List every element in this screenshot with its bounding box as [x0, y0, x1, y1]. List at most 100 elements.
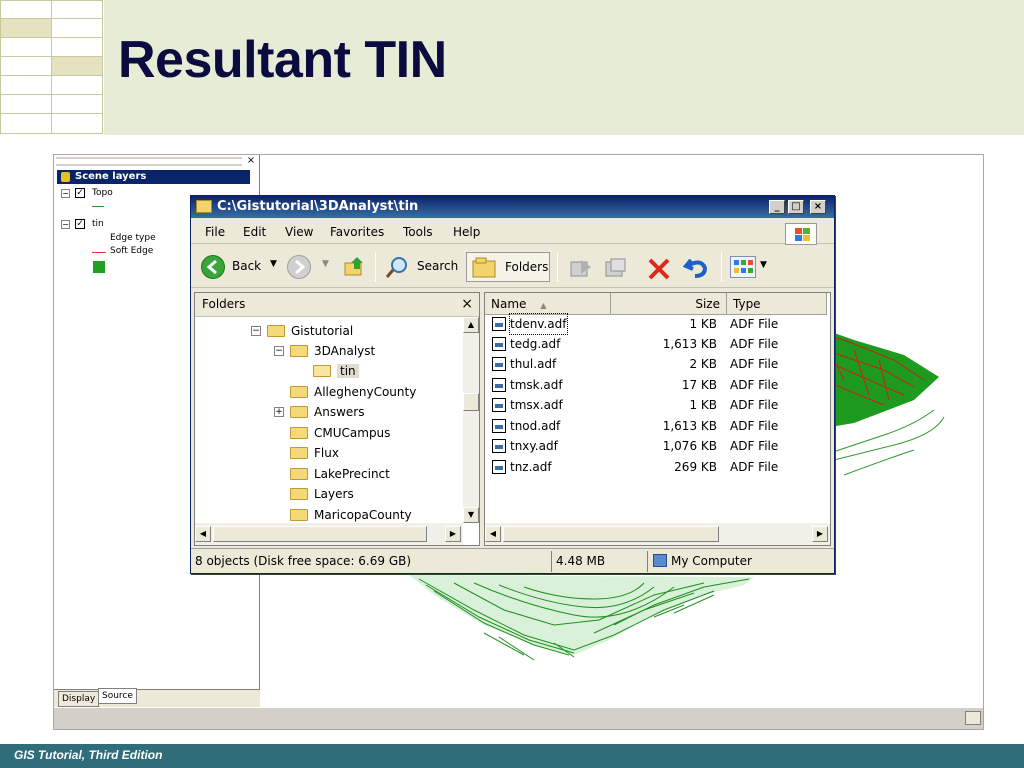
checkbox-tin[interactable]: ✓: [75, 219, 85, 229]
slide-footer: GIS Tutorial, Third Edition: [0, 744, 1024, 768]
tree-item-label: Layers: [314, 487, 354, 501]
menu-view[interactable]: View: [285, 225, 313, 239]
layer-tin[interactable]: tin: [92, 219, 104, 229]
folders-vertical-scrollbar[interactable]: ▲ ▼: [463, 317, 479, 523]
back-arrow-icon[interactable]: [201, 255, 225, 279]
checkbox-topo[interactable]: ✓: [75, 188, 85, 198]
collapse-icon[interactable]: −: [251, 326, 261, 336]
file-row[interactable]: tnxy.adf 1,076 KB ADF File: [485, 436, 830, 456]
slide: Resultant TIN × Scene layers − ✓ Topo − …: [0, 0, 1024, 768]
scroll-down-icon[interactable]: ▼: [463, 507, 479, 523]
menu-help[interactable]: Help: [453, 225, 480, 239]
collapse-icon[interactable]: −: [61, 189, 70, 198]
scroll-left-icon[interactable]: ◀: [195, 526, 211, 542]
copy-to-icon[interactable]: [604, 257, 628, 279]
menu-tools[interactable]: Tools: [403, 225, 433, 239]
menu-favorites[interactable]: Favorites: [330, 225, 384, 239]
status-objects: 8 objects (Disk free space: 6.69 GB): [195, 554, 412, 568]
close-folders-pane-icon[interactable]: ×: [461, 293, 473, 315]
file-row[interactable]: tdenv.adf 1 KB ADF File: [485, 313, 830, 335]
toc-close-button[interactable]: ×: [244, 155, 258, 167]
layer-topo[interactable]: Topo: [92, 188, 113, 198]
file-row[interactable]: tmsx.adf 1 KB ADF File: [485, 395, 830, 415]
file-type: ADF File: [730, 357, 779, 371]
collapse-icon[interactable]: −: [61, 220, 70, 229]
scene-scrollbar[interactable]: [54, 707, 983, 729]
folder-icon: [290, 386, 308, 398]
tab-source[interactable]: Source: [98, 688, 137, 704]
views-dropdown-icon[interactable]: ▼: [760, 260, 767, 270]
tree-item-answers[interactable]: Answers: [290, 403, 364, 421]
windows-logo-icon: [785, 223, 817, 245]
toc-grip[interactable]: [56, 157, 242, 166]
tab-display[interactable]: Display: [58, 691, 100, 707]
tree-item-label: LakePrecinct: [314, 467, 390, 481]
file-name: tmsk.adf: [510, 378, 563, 392]
tree-item-label: Answers: [314, 405, 365, 419]
folders-pane-header: Folders ×: [195, 293, 479, 317]
list-horizontal-scrollbar[interactable]: ◀ ▶: [485, 523, 830, 545]
scroll-thumb[interactable]: [213, 526, 427, 542]
file-row[interactable]: tedg.adf 1,613 KB ADF File: [485, 334, 830, 354]
collapse-icon[interactable]: −: [274, 346, 284, 356]
column-name[interactable]: Name ▲: [485, 293, 611, 315]
scene-scrollbar-thumb[interactable]: [965, 711, 981, 725]
column-type[interactable]: Type: [727, 293, 827, 315]
file-row[interactable]: tnz.adf 269 KB ADF File: [485, 457, 830, 477]
tree-item-lakeprecinct[interactable]: LakePrecinct: [290, 465, 390, 483]
scroll-thumb[interactable]: [503, 526, 719, 542]
tree-item-flux[interactable]: Flux: [290, 444, 339, 462]
file-row[interactable]: tmsk.adf 17 KB ADF File: [485, 375, 830, 395]
tree-item-tin[interactable]: tin: [313, 362, 359, 380]
scroll-left-icon[interactable]: ◀: [485, 526, 501, 542]
toc-header: Scene layers: [57, 170, 250, 184]
adf-file-icon: [492, 357, 506, 371]
file-list-pane: Name ▲ Size Type tdenv.adf 1 KB ADF File …: [484, 292, 831, 546]
folders-horizontal-scrollbar[interactable]: ◀ ▶: [195, 523, 463, 545]
tree-item-3danalyst[interactable]: 3DAnalyst: [290, 342, 375, 360]
scroll-up-icon[interactable]: ▲: [463, 317, 479, 333]
scroll-right-icon[interactable]: ▶: [445, 526, 461, 542]
file-row[interactable]: thul.adf 2 KB ADF File: [485, 354, 830, 374]
menu-bar: File Edit View Favorites Tools Help: [191, 220, 834, 245]
forward-dropdown-icon[interactable]: ▼: [322, 259, 329, 269]
maximize-button[interactable]: □: [788, 200, 804, 214]
back-dropdown-icon[interactable]: ▼: [270, 259, 277, 269]
undo-icon[interactable]: [683, 256, 711, 280]
tree-item-alleghenycounty[interactable]: AlleghenyCounty: [290, 383, 416, 401]
scroll-right-icon[interactable]: ▶: [812, 526, 828, 542]
tree-item-label: 3DAnalyst: [314, 344, 376, 358]
file-type: ADF File: [730, 378, 779, 392]
delete-icon[interactable]: [646, 256, 672, 282]
tree-item-maricopacounty[interactable]: MaricopaCounty: [290, 506, 412, 523]
up-folder-icon[interactable]: [343, 255, 367, 279]
tree-item-cmucampus[interactable]: CMUCampus: [290, 424, 390, 442]
scroll-thumb[interactable]: [463, 393, 479, 411]
tree-item-gistutorial[interactable]: Gistutorial: [267, 322, 353, 340]
file-row[interactable]: tnod.adf 1,613 KB ADF File: [485, 416, 830, 436]
file-size: 1 KB: [689, 398, 717, 412]
decorative-grid: [0, 0, 104, 135]
expand-icon[interactable]: +: [274, 407, 284, 417]
close-button[interactable]: ×: [810, 200, 826, 214]
adf-file-icon: [492, 378, 506, 392]
back-button[interactable]: Back: [232, 259, 261, 273]
menu-file[interactable]: File: [205, 225, 225, 239]
minimize-button[interactable]: _: [769, 200, 785, 214]
move-to-icon[interactable]: [569, 257, 593, 279]
search-icon[interactable]: [384, 255, 410, 281]
folders-button[interactable]: Folders: [505, 260, 548, 274]
file-type: ADF File: [730, 439, 779, 453]
status-location-label: My Computer: [671, 554, 752, 568]
search-button[interactable]: Search: [417, 259, 458, 273]
forward-arrow-icon[interactable]: [287, 255, 311, 279]
tree-item-layers[interactable]: Layers: [290, 485, 354, 503]
folders-pane-title: Folders: [202, 297, 246, 311]
menu-edit[interactable]: Edit: [243, 225, 266, 239]
tin-fill-symbol: [93, 261, 105, 273]
title-bar[interactable]: C:\Gistutorial\3DAnalyst\tin _ □ ×: [191, 196, 834, 218]
column-size[interactable]: Size: [611, 293, 727, 315]
views-icon[interactable]: [730, 256, 756, 278]
adf-file-icon: [492, 398, 506, 412]
folder-icon: [196, 200, 212, 213]
